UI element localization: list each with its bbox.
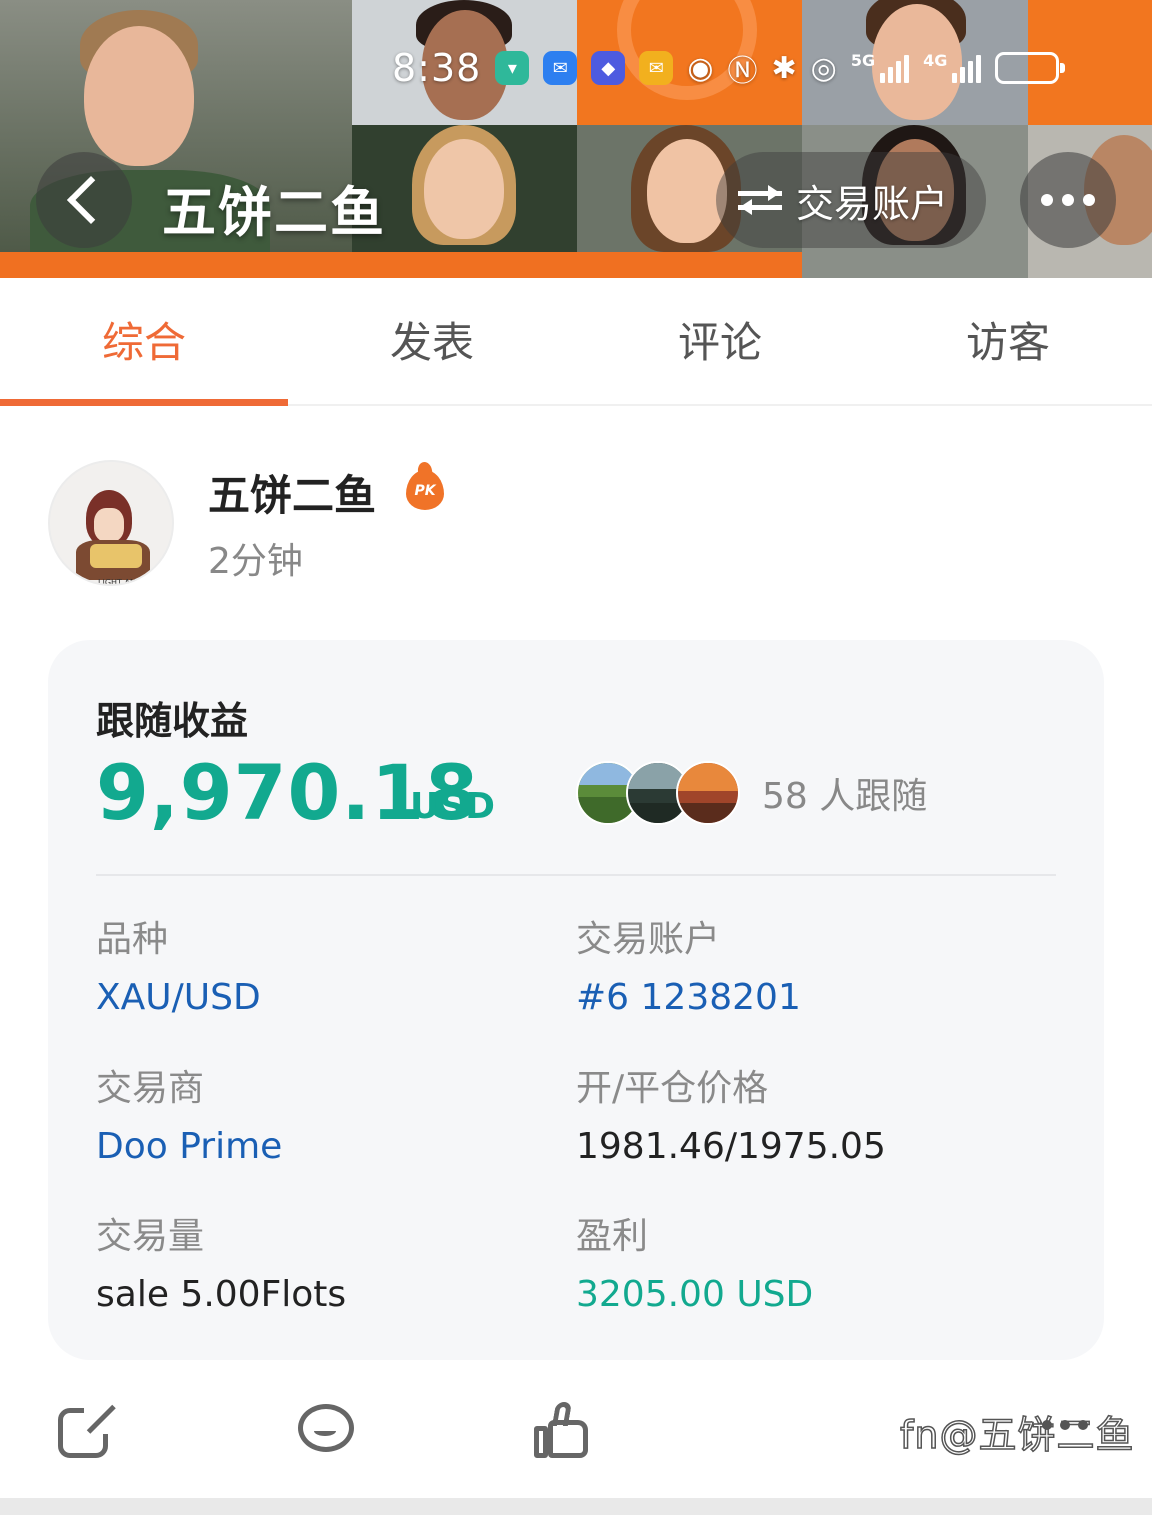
field-account: 交易账户 #6 1238201 xyxy=(576,918,801,1020)
card-title: 跟随收益 xyxy=(96,699,249,743)
trading-account-button[interactable]: 交易账户 xyxy=(716,152,986,248)
volume-label: 交易量 xyxy=(96,1216,205,1257)
tie-app-icon: ◆ xyxy=(591,51,626,85)
pnl-label: 盈利 xyxy=(576,1216,649,1257)
more-options-button[interactable] xyxy=(1020,152,1116,248)
signal-5g-icon: 5G xyxy=(850,51,910,83)
followers-summary[interactable]: 58 人跟随 xyxy=(576,758,927,828)
copy-trade-card[interactable]: 跟随收益 9,970.18 USD 58 人跟随 品种 XAU/USD 交易账户… xyxy=(48,640,1104,1360)
share-icon[interactable] xyxy=(58,1402,116,1460)
eye-icon: ◉ xyxy=(687,50,714,86)
battery-icon xyxy=(995,52,1066,84)
back-button[interactable] xyxy=(36,152,132,248)
trading-account-label: 交易账户 xyxy=(796,181,949,226)
tab-posts[interactable]: 发表 xyxy=(288,278,576,404)
author-name[interactable]: 五饼二鱼 xyxy=(208,462,376,523)
account-label: 交易账户 xyxy=(576,919,721,960)
tab-overview[interactable]: 综合 xyxy=(0,278,288,406)
field-pnl: 盈利 3205.00 USD xyxy=(576,1215,813,1317)
swap-arrows-icon xyxy=(738,183,782,217)
field-symbol: 品种 XAU/USD xyxy=(96,918,261,1020)
email-app-icon: ✉ xyxy=(639,51,674,85)
hotspot-icon: ◎ xyxy=(810,50,837,86)
nfc-icon: Ⓝ xyxy=(727,54,758,89)
post-time: 2分钟 xyxy=(208,541,303,582)
card-divider xyxy=(96,874,1056,876)
back-arrow-icon xyxy=(66,175,116,225)
pk-flame-icon: PK xyxy=(406,470,444,510)
field-volume: 交易量 sale 5.00Flots xyxy=(96,1215,346,1317)
broker-label: 交易商 xyxy=(96,1068,205,1109)
pk-badge-label: PK xyxy=(414,483,436,499)
banner-title: 五饼二鱼 xyxy=(162,181,386,244)
symbol-value[interactable]: XAU/USD xyxy=(96,976,261,1020)
shield-app-icon: ▾ xyxy=(495,51,530,85)
tab-comments[interactable]: 评论 xyxy=(576,278,864,404)
banner-orange-band xyxy=(0,252,802,278)
author-avatar[interactable]: LIGHT AND xyxy=(48,460,174,586)
field-price: 开/平仓价格 1981.46/1975.05 xyxy=(576,1067,886,1169)
pnl-value: 3205.00 USD xyxy=(576,1274,814,1315)
watermark: fn@五饼二鱼 xyxy=(899,1412,1135,1458)
avatar-caption: LIGHT AND xyxy=(98,578,143,586)
thumbs-up-icon[interactable] xyxy=(532,1402,590,1460)
post-action-bar: fn@五饼二鱼 xyxy=(0,1380,1152,1490)
follow-profit-unit: USD xyxy=(410,786,496,827)
status-time: 8:38 xyxy=(392,46,482,90)
signal-4g-icon: 4G xyxy=(923,51,982,83)
follower-avatar xyxy=(676,761,740,825)
tab-visitors[interactable]: 访客 xyxy=(864,278,1152,404)
field-broker: 交易商 Doo Prime xyxy=(96,1067,282,1169)
status-bar: 8:38 ▾ ✉ ◆ ✉ ◉ Ⓝ ✱ ◎ 5G 4G xyxy=(392,40,1066,96)
price-label: 开/平仓价格 xyxy=(576,1068,769,1109)
bluetooth-icon: ✱ xyxy=(771,50,797,86)
net-label-4g: 4G xyxy=(923,51,948,70)
profile-tabs: 综合 发表 评论 访客 xyxy=(0,278,1152,406)
followers-count: 58 人跟随 xyxy=(762,776,928,817)
comment-icon[interactable] xyxy=(298,1402,356,1460)
symbol-label: 品种 xyxy=(96,919,169,960)
more-dots-icon[interactable] xyxy=(1042,1420,1088,1430)
bottom-strip xyxy=(0,1498,1152,1515)
account-value[interactable]: #6 1238201 xyxy=(576,976,801,1020)
mail-app-icon: ✉ xyxy=(543,51,578,85)
price-value: 1981.46/1975.05 xyxy=(576,1126,886,1167)
broker-value[interactable]: Doo Prime xyxy=(96,1125,282,1169)
volume-value: sale 5.00Flots xyxy=(96,1274,347,1315)
net-label-5g: 5G xyxy=(850,51,876,70)
profile-banner: 8:38 ▾ ✉ ◆ ✉ ◉ Ⓝ ✱ ◎ 5G 4G 五饼二鱼 交易账户 xyxy=(0,0,1152,278)
